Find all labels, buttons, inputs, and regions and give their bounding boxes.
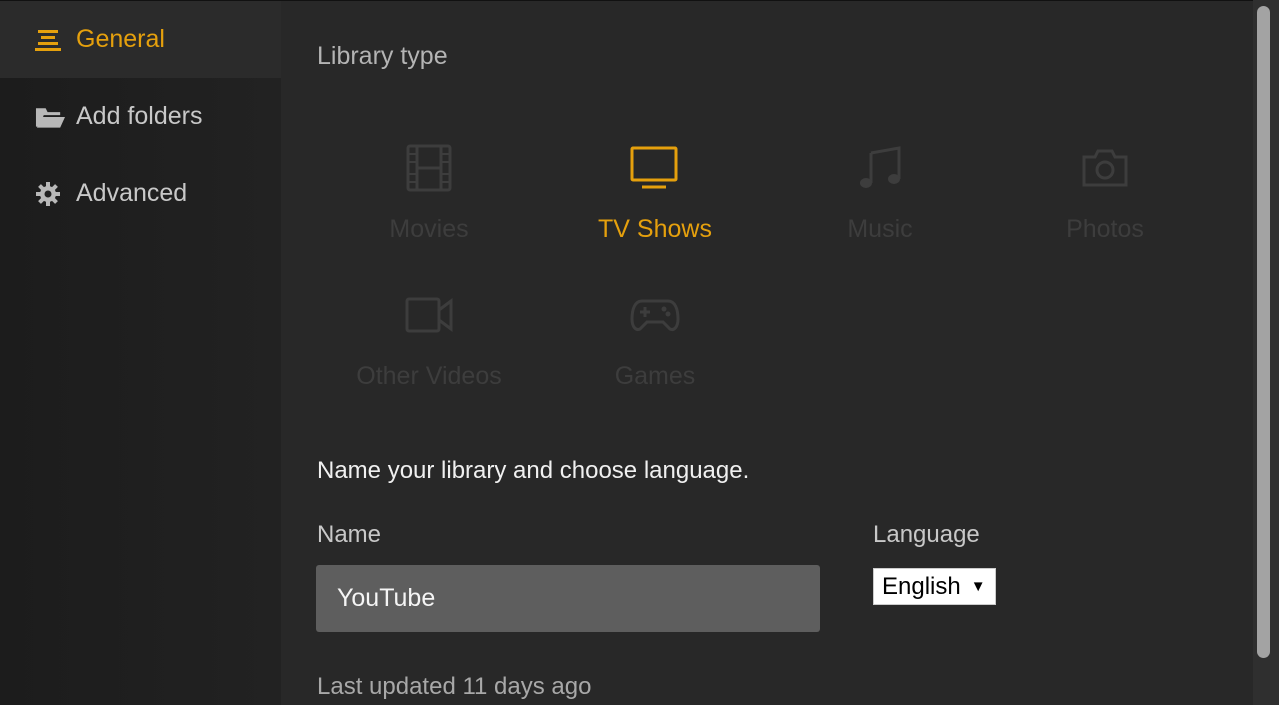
scrollbar-thumb[interactable] [1257,6,1270,658]
sidebar-item-label: General [76,25,165,53]
music-note-icon [857,143,903,193]
camera-icon [1081,143,1129,193]
sidebar-item-label: Advanced [76,179,188,207]
library-type-music[interactable]: Music [767,143,993,278]
tv-icon [630,143,680,193]
dropdown-arrow-icon: ▼ [970,578,986,595]
library-type-games[interactable]: Games [542,290,768,425]
library-type-tv-shows[interactable]: TV Shows [542,143,768,278]
gamepad-icon [630,290,680,340]
gear-icon [35,181,65,207]
language-label: Language [873,521,980,548]
library-type-label: Other Videos [356,362,502,390]
library-settings-window: General Add folders Advanced Library typ… [0,0,1279,705]
name-label: Name [317,521,382,548]
sidebar-item-advanced[interactable]: Advanced [0,155,281,232]
name-language-prompt: Name your library and choose language. [317,457,750,484]
sidebar-item-general[interactable]: General [0,1,281,78]
language-select[interactable]: English ▼ [873,568,996,605]
library-type-label: Music [847,215,913,243]
library-name-input[interactable] [316,565,820,632]
sidebar: General Add folders Advanced [0,0,281,705]
vertical-scrollbar[interactable] [1253,0,1279,705]
video-camera-icon [405,290,453,340]
main-panel: Library type Movies TV Shows Music Photo… [281,0,1253,705]
list-icon [35,27,65,53]
library-type-photos[interactable]: Photos [992,143,1218,278]
library-type-movies[interactable]: Movies [316,143,542,278]
library-type-label: Movies [389,215,469,243]
language-select-value: English [882,572,961,600]
section-title: Library type [317,42,448,70]
library-type-label: Games [614,362,696,390]
folder-open-icon [35,104,65,130]
sidebar-item-label: Add folders [76,102,203,130]
last-updated-text: Last updated 11 days ago [317,673,592,700]
library-type-other-videos[interactable]: Other Videos [316,290,542,425]
sidebar-item-add-folders[interactable]: Add folders [0,78,281,155]
library-type-label: Photos [1066,215,1144,243]
library-type-label: TV Shows [598,215,712,243]
film-icon [406,143,452,193]
